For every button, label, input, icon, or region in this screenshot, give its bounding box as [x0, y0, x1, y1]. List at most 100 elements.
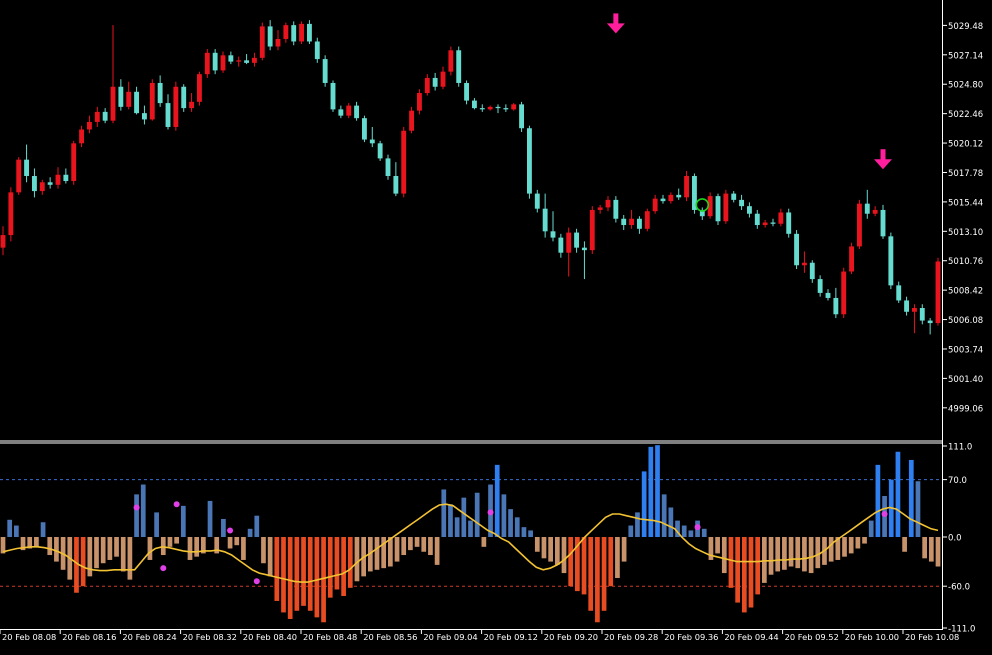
divergence-dot — [173, 501, 180, 508]
histogram-bar — [902, 537, 907, 552]
histogram-bar — [728, 537, 734, 588]
candle-body — [244, 60, 250, 63]
time-tick-label: 20 Feb 09.04 — [423, 632, 477, 642]
histogram-bar — [241, 537, 246, 560]
histogram-bar — [100, 537, 106, 564]
histogram-bar — [795, 537, 801, 569]
histogram-bar — [428, 537, 433, 556]
candle-body — [621, 218, 627, 226]
histogram-bar — [80, 537, 86, 587]
indicator-tick-label: 0.0 — [948, 534, 962, 544]
histogram-bar — [922, 537, 927, 559]
candle-body — [165, 103, 171, 127]
price-tick-label: 5020.12 — [948, 140, 983, 150]
chart-canvas: 5029.48 5027.14 5024.80 5022.46 5020.12 5017.… — [0, 0, 992, 651]
candle-body — [110, 86, 116, 121]
histogram-bar — [147, 537, 153, 560]
histogram-bar — [875, 464, 881, 537]
histogram-bar — [140, 484, 146, 537]
divergence-dot — [487, 509, 494, 516]
candle-body — [864, 203, 870, 214]
price-tick-label: 5006.08 — [948, 316, 983, 326]
histogram-bar — [187, 537, 193, 560]
price-tick-label: 5024.80 — [948, 81, 983, 91]
histogram-bar — [448, 504, 453, 537]
histogram-bar — [207, 500, 213, 537]
candle-body — [157, 82, 163, 104]
histogram-bar — [94, 537, 99, 569]
candle-body — [574, 232, 580, 248]
histogram-bar — [347, 537, 353, 588]
candle-body — [856, 203, 862, 247]
histogram-bar — [541, 537, 547, 559]
histogram-bar — [314, 537, 320, 618]
indicator-tick-label: -60.0 — [948, 583, 970, 593]
time-tick-label: 20 Feb 10.08 — [905, 632, 959, 642]
candle-body — [55, 174, 61, 185]
histogram-bar — [267, 537, 273, 577]
candle-body — [487, 106, 493, 110]
histogram-bar — [107, 537, 113, 560]
candle-body — [739, 199, 745, 207]
histogram-bar — [434, 537, 440, 565]
candle-body — [220, 55, 226, 71]
histogram-bar — [802, 537, 807, 572]
time-tick-label: 20 Feb 09.28 — [604, 632, 658, 642]
candle-body — [770, 222, 776, 224]
candle-body — [495, 106, 501, 109]
histogram-bar — [782, 537, 787, 570]
histogram-bar — [167, 537, 173, 547]
candle-body — [896, 285, 902, 301]
histogram-bar — [748, 537, 754, 608]
price-tick-label: 5022.46 — [948, 110, 983, 120]
candle-body — [196, 74, 202, 102]
histogram-bar — [287, 537, 293, 619]
divergence-dot — [694, 524, 701, 531]
histogram-bar — [655, 445, 660, 537]
candle-body — [86, 121, 92, 130]
candle-body — [118, 86, 124, 107]
histogram-bar — [354, 537, 360, 582]
candle-body — [935, 261, 941, 324]
candle-body — [471, 100, 477, 109]
candle-body — [589, 209, 595, 251]
candle-body — [259, 26, 265, 58]
candle-body — [47, 182, 53, 185]
histogram-bar — [534, 537, 540, 552]
histogram-bar — [568, 537, 574, 587]
candle-body — [652, 198, 658, 212]
time-tick-label: 20 Feb 08.32 — [183, 632, 237, 642]
histogram-bar — [374, 537, 380, 570]
candle-body — [558, 237, 564, 253]
candle-body — [16, 159, 22, 193]
histogram-bar — [661, 494, 667, 537]
candle-body — [39, 182, 45, 192]
candle-body — [401, 130, 407, 194]
candle-body — [841, 271, 847, 315]
time-tick-label: 20 Feb 09.12 — [484, 632, 538, 642]
time-tick-label: 20 Feb 08.48 — [303, 632, 357, 642]
candle-body — [102, 111, 108, 121]
candle-body — [668, 194, 674, 202]
histogram-bar — [735, 537, 740, 603]
candle-body — [911, 308, 917, 312]
time-tick-label: 20 Feb 10.00 — [845, 632, 899, 642]
candle-body — [825, 292, 831, 298]
candle-body — [927, 320, 933, 324]
candle-body — [456, 50, 462, 83]
histogram-bar — [247, 528, 253, 537]
candle-body — [872, 209, 878, 214]
histogram-bar — [421, 537, 427, 552]
indicator-tick-label: 70.0 — [948, 476, 967, 486]
histogram-bar — [648, 446, 654, 537]
candle-body — [189, 101, 195, 109]
candle-body — [149, 82, 155, 120]
price-tick-label: 5001.40 — [948, 375, 983, 385]
histogram-bar — [895, 451, 901, 537]
candle-body — [542, 208, 548, 232]
candle-body — [126, 91, 132, 107]
candle-body — [0, 235, 6, 248]
candle-body — [432, 77, 438, 87]
time-tick-label: 20 Feb 08.16 — [62, 632, 116, 642]
histogram-bar — [394, 537, 400, 562]
